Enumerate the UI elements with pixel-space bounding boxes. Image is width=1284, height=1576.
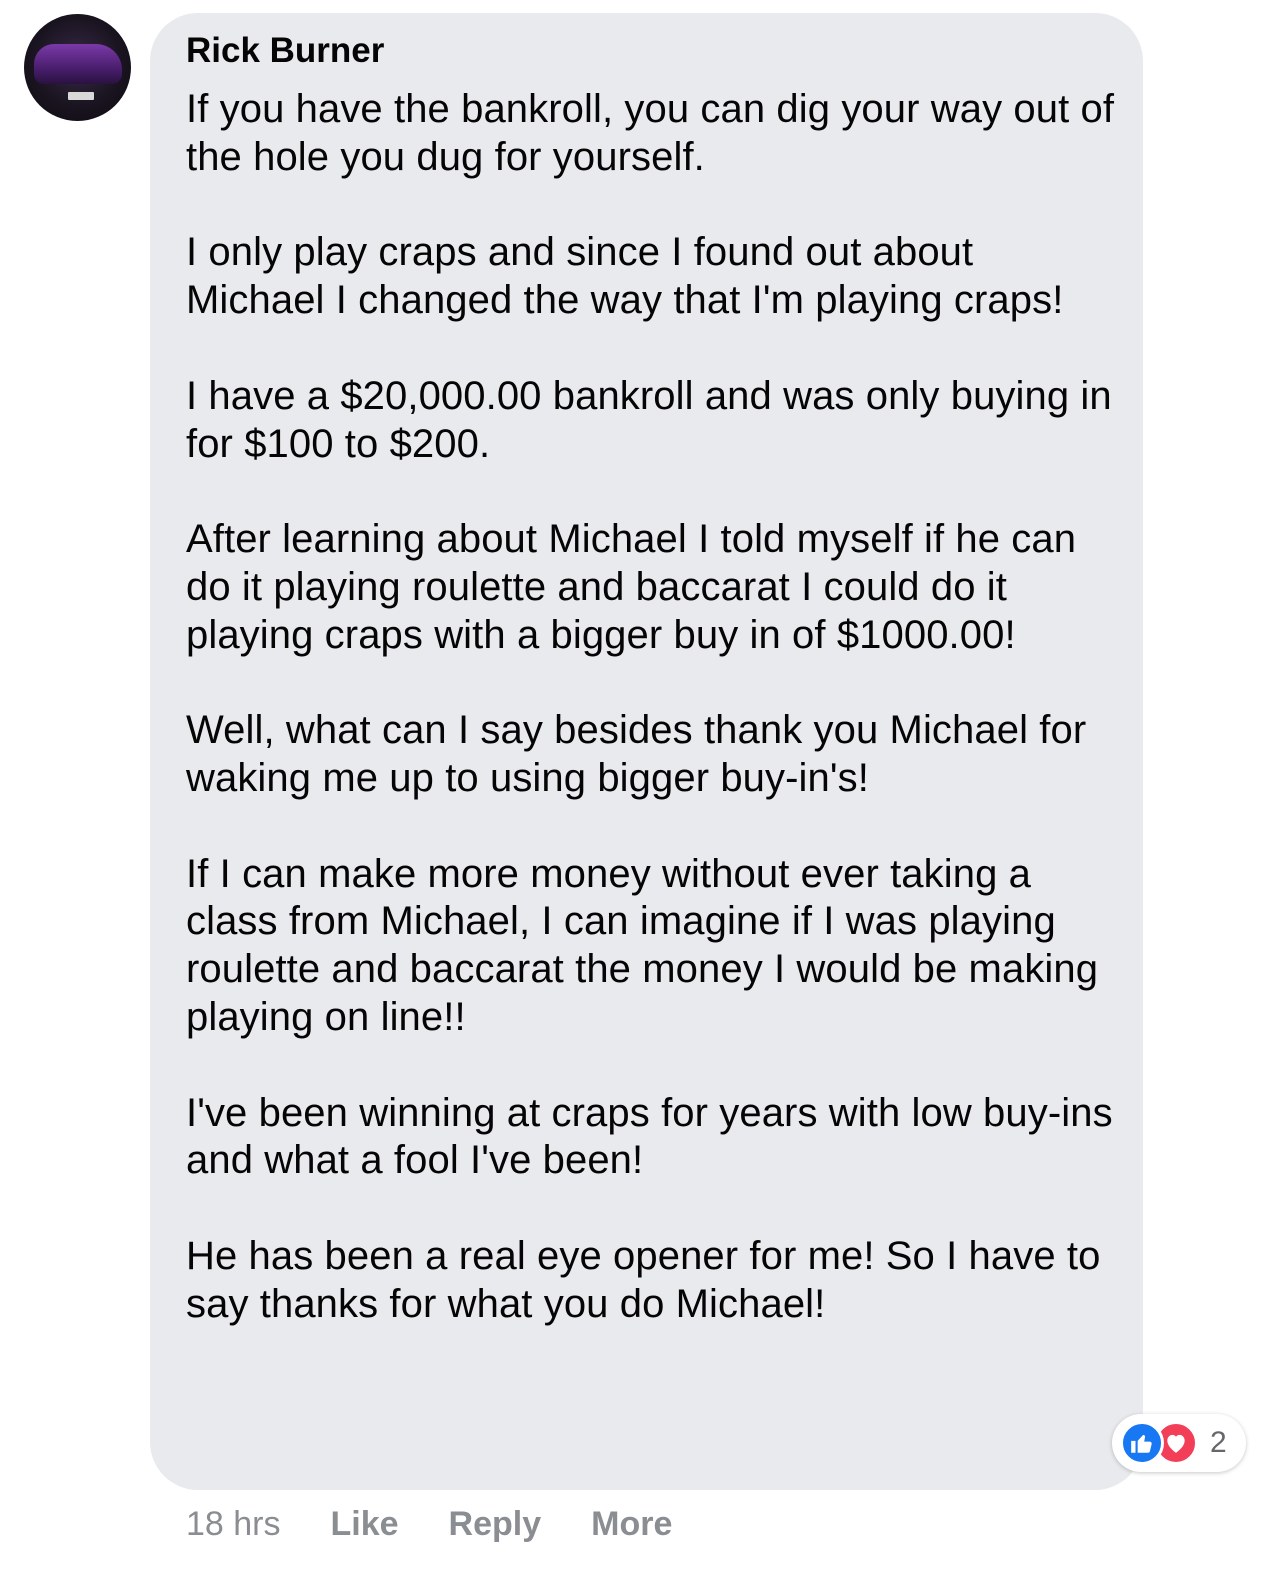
comment-paragraph: I only play craps and since I found out … — [186, 230, 1064, 323]
comment-paragraph: Well, what can I say besides thank you M… — [186, 708, 1087, 801]
reactions-summary[interactable]: 2 — [1112, 1414, 1246, 1472]
more-button[interactable]: More — [591, 1505, 672, 1544]
comment-author[interactable]: Rick Burner — [186, 30, 384, 72]
reaction-count: 2 — [1210, 1426, 1227, 1459]
comment-paragraph: He has been a real eye opener for me! So… — [186, 1233, 1101, 1326]
timestamp[interactable]: 18 hrs — [186, 1505, 281, 1544]
comment-paragraph: After learning about Michael I told myse… — [186, 517, 1077, 657]
license-plate — [68, 92, 94, 100]
comment-body: If you have the bankroll, you can dig yo… — [186, 86, 1116, 1328]
comment-paragraph: If I can make more money without ever ta… — [186, 851, 1099, 1039]
car-image — [34, 44, 122, 84]
comment-paragraph: I've been winning at craps for years wit… — [186, 1090, 1113, 1183]
reply-button[interactable]: Reply — [449, 1505, 542, 1544]
avatar[interactable] — [24, 14, 131, 121]
like-button[interactable]: Like — [331, 1505, 399, 1544]
like-icon — [1120, 1421, 1164, 1465]
comment-paragraph: I have a $20,000.00 bankroll and was onl… — [186, 373, 1112, 466]
comment-paragraph: If you have the bankroll, you can dig yo… — [186, 87, 1115, 179]
comment-actions: 18 hrs Like Reply More — [186, 1502, 722, 1546]
